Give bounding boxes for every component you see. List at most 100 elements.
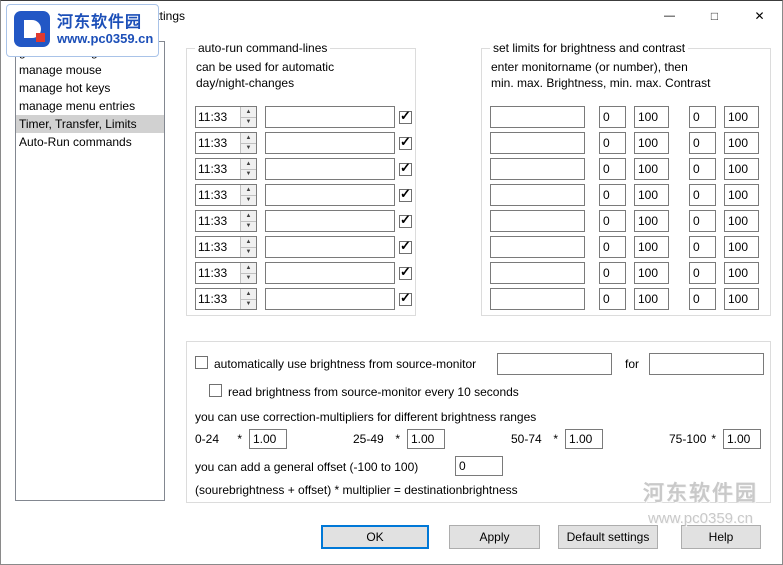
spin-down-button[interactable]: ▼ xyxy=(241,298,256,309)
spin-up-button[interactable]: ▲ xyxy=(241,211,256,221)
max-brightness-input[interactable] xyxy=(634,158,669,180)
enabled-checkbox[interactable]: ✓ xyxy=(399,160,412,177)
command-input[interactable] xyxy=(265,132,395,154)
max-contrast-input[interactable] xyxy=(724,288,759,310)
read-brightness-checkbox[interactable] xyxy=(209,384,222,397)
max-contrast-input[interactable] xyxy=(724,184,759,206)
min-brightness-input[interactable] xyxy=(599,106,626,128)
spin-up-button[interactable]: ▲ xyxy=(241,185,256,195)
max-brightness-input[interactable] xyxy=(634,262,669,284)
spin-down-button[interactable]: ▼ xyxy=(241,246,256,257)
command-input[interactable] xyxy=(265,184,395,206)
max-contrast-input[interactable] xyxy=(724,236,759,258)
monitor-name-input[interactable] xyxy=(490,132,585,154)
min-contrast-input[interactable] xyxy=(689,210,716,232)
sidebar-item[interactable]: manage hot keys xyxy=(16,79,164,97)
sidebar-item[interactable]: Timer, Transfer, Limits xyxy=(16,115,164,133)
min-brightness-input[interactable] xyxy=(599,262,626,284)
spin-down-button[interactable]: ▼ xyxy=(241,194,256,205)
max-contrast-input[interactable] xyxy=(724,132,759,154)
time-input[interactable] xyxy=(196,237,240,257)
spin-down-button[interactable]: ▼ xyxy=(241,168,256,179)
minimize-button[interactable]: — xyxy=(647,1,692,31)
spin-down-button[interactable]: ▼ xyxy=(241,272,256,283)
spin-up-button[interactable]: ▲ xyxy=(241,289,256,299)
min-brightness-input[interactable] xyxy=(599,132,626,154)
source-monitor-input[interactable] xyxy=(497,353,612,375)
monitor-name-input[interactable] xyxy=(490,106,585,128)
max-brightness-input[interactable] xyxy=(634,132,669,154)
command-input[interactable] xyxy=(265,106,395,128)
min-contrast-input[interactable] xyxy=(689,132,716,154)
spin-up-button[interactable]: ▲ xyxy=(241,263,256,273)
min-contrast-input[interactable] xyxy=(689,158,716,180)
min-contrast-input[interactable] xyxy=(689,106,716,128)
time-input[interactable] xyxy=(196,159,240,179)
monitor-name-input[interactable] xyxy=(490,184,585,206)
enabled-checkbox[interactable]: ✓ xyxy=(399,108,412,125)
command-input[interactable] xyxy=(265,158,395,180)
enabled-checkbox[interactable]: ✓ xyxy=(399,290,412,307)
apply-button[interactable]: Apply xyxy=(449,525,540,549)
monitor-name-input[interactable] xyxy=(490,158,585,180)
monitor-name-input[interactable] xyxy=(490,236,585,258)
ok-button[interactable]: OK xyxy=(321,525,429,549)
max-brightness-input[interactable] xyxy=(634,288,669,310)
time-input[interactable] xyxy=(196,107,240,127)
command-input[interactable] xyxy=(265,210,395,232)
monitor-name-input[interactable] xyxy=(490,210,585,232)
auto-brightness-checkbox[interactable] xyxy=(195,356,208,369)
max-contrast-input[interactable] xyxy=(724,262,759,284)
max-brightness-input[interactable] xyxy=(634,236,669,258)
command-input[interactable] xyxy=(265,236,395,258)
enabled-checkbox[interactable]: ✓ xyxy=(399,238,412,255)
sidebar-item[interactable]: manage mouse xyxy=(16,61,164,79)
enabled-checkbox[interactable]: ✓ xyxy=(399,212,412,229)
enabled-checkbox[interactable]: ✓ xyxy=(399,186,412,203)
spin-up-button[interactable]: ▲ xyxy=(241,133,256,143)
monitor-name-input[interactable] xyxy=(490,288,585,310)
time-input[interactable] xyxy=(196,211,240,231)
multiplier-input[interactable] xyxy=(565,429,603,449)
sidebar-item[interactable]: manage menu entries xyxy=(16,97,164,115)
min-brightness-input[interactable] xyxy=(599,288,626,310)
time-input[interactable] xyxy=(196,133,240,153)
time-input[interactable] xyxy=(196,263,240,283)
spin-down-button[interactable]: ▼ xyxy=(241,220,256,231)
enabled-checkbox[interactable]: ✓ xyxy=(399,264,412,281)
min-brightness-input[interactable] xyxy=(599,236,626,258)
destination-monitor-input[interactable] xyxy=(649,353,764,375)
time-input[interactable] xyxy=(196,185,240,205)
max-brightness-input[interactable] xyxy=(634,210,669,232)
default-settings-button[interactable]: Default settings xyxy=(558,525,658,549)
min-brightness-input[interactable] xyxy=(599,184,626,206)
min-contrast-input[interactable] xyxy=(689,288,716,310)
spin-up-button[interactable]: ▲ xyxy=(241,107,256,117)
offset-input[interactable] xyxy=(455,456,503,476)
min-brightness-input[interactable] xyxy=(599,210,626,232)
multiplier-input[interactable] xyxy=(723,429,761,449)
max-brightness-input[interactable] xyxy=(634,184,669,206)
enabled-checkbox[interactable]: ✓ xyxy=(399,134,412,151)
monitor-name-input[interactable] xyxy=(490,262,585,284)
max-contrast-input[interactable] xyxy=(724,210,759,232)
command-input[interactable] xyxy=(265,288,395,310)
max-brightness-input[interactable] xyxy=(634,106,669,128)
min-contrast-input[interactable] xyxy=(689,184,716,206)
spin-up-button[interactable]: ▲ xyxy=(241,159,256,169)
multiplier-input[interactable] xyxy=(407,429,445,449)
spin-down-button[interactable]: ▼ xyxy=(241,142,256,153)
multiplier-input[interactable] xyxy=(249,429,287,449)
sidebar-item[interactable]: Auto-Run commands xyxy=(16,133,164,151)
spin-up-button[interactable]: ▲ xyxy=(241,237,256,247)
max-contrast-input[interactable] xyxy=(724,158,759,180)
maximize-button[interactable]: □ xyxy=(692,1,737,31)
min-contrast-input[interactable] xyxy=(689,262,716,284)
max-contrast-input[interactable] xyxy=(724,106,759,128)
min-brightness-input[interactable] xyxy=(599,158,626,180)
spin-down-button[interactable]: ▼ xyxy=(241,116,256,127)
time-input[interactable] xyxy=(196,289,240,309)
command-input[interactable] xyxy=(265,262,395,284)
help-button[interactable]: Help xyxy=(681,525,761,549)
close-button[interactable]: ✕ xyxy=(737,1,782,31)
